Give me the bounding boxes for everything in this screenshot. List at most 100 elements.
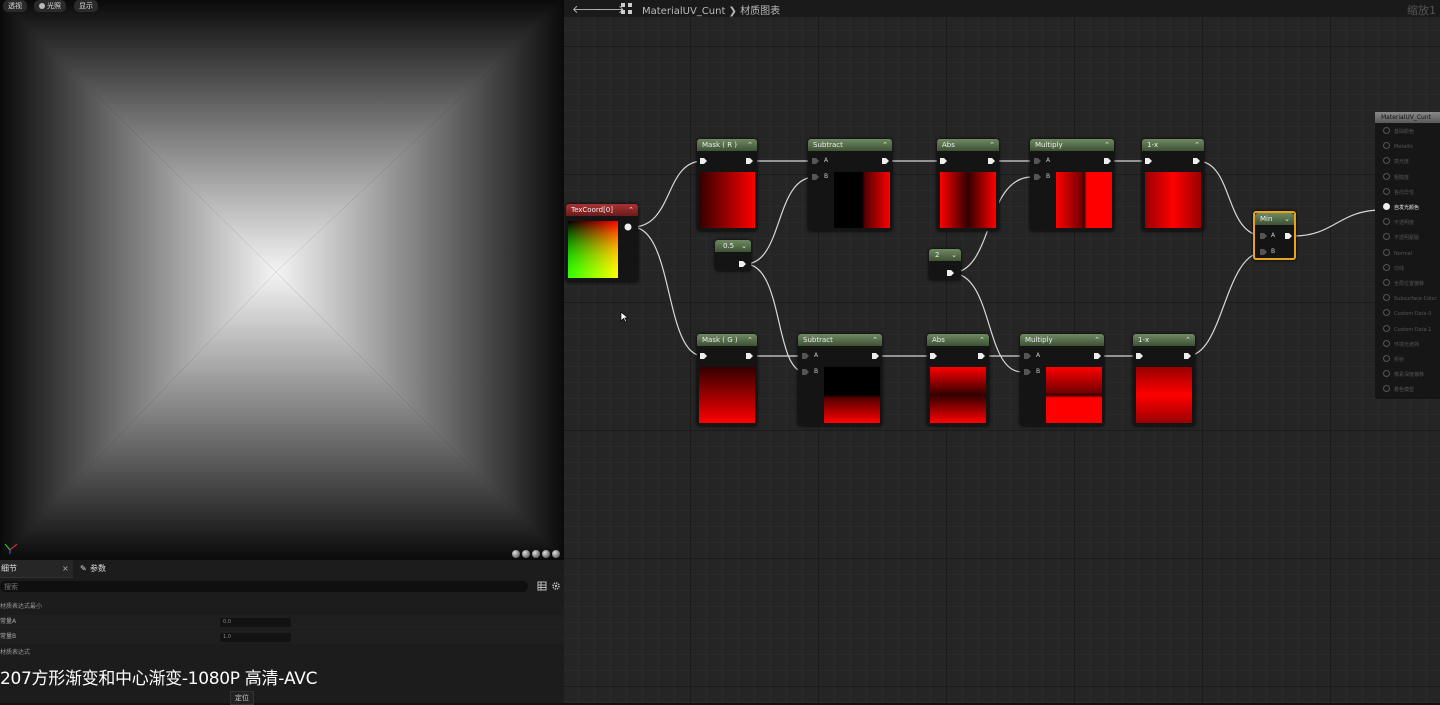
search-input[interactable] [4,581,504,592]
input-pin-icon[interactable] [1383,172,1390,180]
input-pin-icon[interactable] [1383,127,1390,134]
output-pin-icon[interactable] [1104,157,1112,165]
result-input-pin[interactable]: Custom Data 0 [1383,307,1440,322]
input-pin-icon[interactable] [802,352,810,360]
input-pin-icon[interactable] [1034,157,1042,165]
result-input-pin[interactable]: Custom Data 1 [1383,323,1440,338]
input-pin-icon[interactable] [1383,218,1390,226]
result-input-pin[interactable]: 粗糙度 [1383,171,1440,186]
input-pin-icon[interactable] [1383,385,1390,393]
node-subtract-g[interactable]: Subtract ⌃ A B [798,334,882,426]
input-pin-icon[interactable] [700,352,708,360]
input-pin-icon[interactable] [1024,368,1032,376]
result-input-pin[interactable]: 高光度 [1383,155,1440,170]
node-one-minus-r[interactable]: 1-x ⌃ [1142,139,1204,231]
output-pin-icon[interactable] [1184,352,1192,360]
output-pin-icon[interactable] [872,352,880,360]
property-value-field[interactable]: 1.0 [220,633,291,642]
input-pin-icon[interactable] [940,157,948,165]
gear-icon[interactable] [551,581,561,591]
chevron-up-icon[interactable]: ⌃ [872,334,878,346]
input-pin-icon[interactable] [1383,355,1390,362]
search-box[interactable] [0,581,528,592]
node-subtract-r[interactable]: Subtract ⌃ A B [808,139,892,231]
tab-parameters[interactable]: ✎ 参数 [80,560,106,577]
preview-mesh-selector[interactable] [512,550,560,558]
node-mask-r[interactable]: Mask ( R ) ⌃ [697,139,757,231]
node-constant-half[interactable]: 0.5 ⌄ [715,240,751,271]
preview-mesh-icon[interactable] [542,550,550,558]
output-pin-icon[interactable] [988,157,996,165]
input-pin-icon[interactable] [802,368,810,376]
result-input-pin[interactable]: 着色模型 [1383,383,1440,398]
preview-mesh-icon[interactable] [522,550,530,558]
input-pin-icon[interactable] [1136,352,1144,360]
close-icon[interactable]: × [62,560,69,577]
input-pin-icon[interactable] [812,173,820,181]
chevron-up-icon[interactable]: ⌃ [628,204,634,216]
input-pin-icon[interactable] [1383,279,1390,286]
chevron-down-icon[interactable]: ⌄ [741,240,747,252]
material-graph[interactable]: 🡐 🡒 MaterialUV_Cunt ❯ 材质图表 缩放1 TexCoord[… [564,0,1440,703]
chevron-up-icon[interactable]: ⌃ [989,139,995,151]
result-input-pin[interactable]: Metallic [1383,140,1440,155]
output-pin-icon[interactable] [739,260,747,268]
input-pin-icon[interactable] [1024,352,1032,360]
input-pin-icon[interactable] [1383,324,1390,332]
chevron-down-icon[interactable]: ⌄ [951,249,957,261]
chevron-up-icon[interactable]: ⌃ [747,334,753,346]
input-pin-icon[interactable] [812,157,820,165]
preview-mesh-icon[interactable] [552,550,560,558]
chevron-up-icon[interactable]: ⌃ [1104,139,1110,151]
preview-viewport[interactable]: 透视 光照 显示 [0,0,564,560]
input-pin-icon[interactable] [1383,309,1390,317]
chevron-down-icon[interactable]: ⌄ [1284,213,1290,225]
lighting-button[interactable]: 光照 [34,0,66,12]
input-pin-icon[interactable] [930,352,938,360]
perspective-button[interactable]: 透视 [3,0,27,12]
node-one-minus-g[interactable]: 1-x ⌃ [1133,334,1195,426]
result-input-pin[interactable]: Normal [1383,247,1440,262]
show-button[interactable]: 显示 [74,0,98,12]
input-pin-icon[interactable] [1383,203,1390,210]
chevron-up-icon[interactable]: ⌃ [979,334,985,346]
output-pin-icon[interactable] [1094,352,1102,360]
node-abs-g[interactable]: Abs ⌃ [927,334,989,426]
result-input-pin[interactable]: 折射 [1383,353,1440,368]
preview-mesh-icon[interactable] [532,550,540,558]
output-pin-icon[interactable] [882,157,890,165]
result-input-pin[interactable]: Subsurface Color [1383,292,1440,307]
result-input-pin[interactable]: 不透明度 [1383,216,1440,231]
output-pin-icon[interactable] [978,352,986,360]
output-pin-icon[interactable] [746,352,754,360]
output-pin-icon[interactable] [746,157,754,165]
preview-mesh-icon[interactable] [512,550,520,558]
result-input-pin[interactable]: 环境光遮挡 [1383,338,1440,353]
output-pin-icon[interactable] [1193,157,1201,165]
property-value-field[interactable]: 0.0 [220,618,291,627]
chevron-up-icon[interactable]: ⌃ [747,139,753,151]
chevron-up-icon[interactable]: ⌃ [1194,139,1200,151]
result-input-pin[interactable]: 基础颜色 [1383,125,1440,140]
input-pin-icon[interactable] [1383,187,1390,195]
output-pin-icon[interactable] [624,223,632,231]
result-input-pin[interactable]: 切线 [1383,262,1440,277]
result-input-pin[interactable]: 全局位置偏移 [1383,277,1440,292]
input-pin-icon[interactable] [700,157,708,165]
input-pin-icon[interactable] [1383,294,1390,302]
input-pin-icon[interactable] [1383,233,1390,241]
input-pin-icon[interactable] [1034,173,1042,181]
input-pin-icon[interactable] [1383,157,1390,165]
grid-view-icon[interactable] [537,581,547,591]
result-input-pin[interactable]: 像素深度偏移 [1383,368,1440,383]
input-pin-icon[interactable] [1383,263,1390,271]
output-pin-icon[interactable] [947,269,955,277]
node-min[interactable]: Min ⌄ A B [1253,211,1296,260]
breadcrumb[interactable]: MaterialUV_Cunt ❯ 材质图表 [642,2,780,17]
node-constant-two[interactable]: 2 ⌄ [929,249,961,280]
input-pin-icon[interactable] [1383,370,1390,378]
node-abs-r[interactable]: Abs ⌃ [937,139,999,231]
node-material-result[interactable]: MaterialUV_Cunt 基础颜色 Metallic 高光度 粗糙度 各向异性 自发… [1375,112,1440,399]
input-pin-icon[interactable] [1260,248,1268,256]
node-texcoord[interactable]: TexCoord[0] ⌃ [566,204,638,282]
